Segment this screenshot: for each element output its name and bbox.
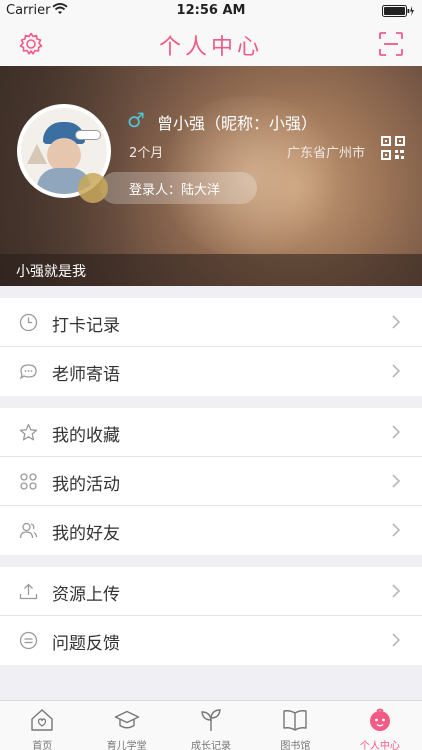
book-icon <box>283 710 308 731</box>
qr-code-icon[interactable] <box>381 136 405 160</box>
sprout-icon <box>201 709 221 731</box>
menu-group-records: 打卡记录 老师寄语 <box>0 298 422 396</box>
menu-item-favorites[interactable]: 我的收藏 <box>0 408 422 457</box>
motto-text: 小强就是我 <box>16 264 86 280</box>
menu-item-checkin-records[interactable]: 打卡记录 <box>0 298 422 347</box>
login-user-label: 登录人：陆大洋 <box>129 183 221 198</box>
friends-icon <box>19 522 38 539</box>
gender-male-icon: ♂ <box>127 108 145 132</box>
motto-bar: 小强就是我 <box>0 254 422 286</box>
page-title: 个人中心 <box>158 35 263 60</box>
chevron-right-icon <box>392 633 400 647</box>
chevron-right-icon <box>392 584 400 598</box>
menu-group-support: 资源上传 问题反馈 <box>0 567 422 665</box>
child-age: 2个月 <box>129 146 164 161</box>
tab-growth-record[interactable]: 成长记录 <box>169 701 253 750</box>
menu-item-label: 我的好友 <box>52 524 120 544</box>
chevron-right-icon <box>392 364 400 378</box>
menu-item-label: 问题反馈 <box>52 634 120 654</box>
star-icon <box>19 423 38 441</box>
menu-item-teacher-messages[interactable]: 老师寄语 <box>0 347 422 396</box>
tab-parenting-school[interactable]: 育儿学堂 <box>84 701 168 750</box>
menu-item-label: 我的收藏 <box>52 426 120 446</box>
clock-time: 12:56 AM <box>176 3 246 18</box>
tab-bar: 首页 育儿学堂 成长记录 图书馆 个人中心 <box>0 700 422 750</box>
medal-icon <box>78 173 108 203</box>
battery-icon <box>382 5 414 17</box>
child-location: 广东省广州市 <box>286 146 365 161</box>
tab-label: 图书馆 <box>280 741 311 750</box>
profile-header: ♂ 曾小强（昵称：小强） 2个月 广东省广州市 登录人：陆大洋 小强就是我 <box>0 66 422 286</box>
upload-icon <box>19 583 38 600</box>
chevron-right-icon <box>392 315 400 329</box>
menu-item-friends[interactable]: 我的好友 <box>0 506 422 555</box>
menu-item-feedback[interactable]: 问题反馈 <box>0 616 422 665</box>
tab-label: 个人中心 <box>359 741 400 750</box>
graduation-cap-icon <box>114 710 139 729</box>
menu-item-label: 我的活动 <box>52 475 120 495</box>
clock-icon <box>19 313 38 332</box>
baby-face-icon <box>369 708 390 731</box>
status-bar: Carrier 12:56 AM <box>0 0 422 22</box>
tab-library[interactable]: 图书馆 <box>253 701 337 750</box>
chevron-right-icon <box>392 523 400 537</box>
menu-item-label: 老师寄语 <box>52 365 120 385</box>
feedback-icon <box>19 631 38 650</box>
tab-label: 育儿学堂 <box>106 741 147 750</box>
menu-item-label: 打卡记录 <box>52 316 120 336</box>
tab-label: 成长记录 <box>191 741 232 750</box>
tab-label: 首页 <box>32 741 53 750</box>
nav-bar: 个人中心 <box>0 22 422 66</box>
menu-item-resource-upload[interactable]: 资源上传 <box>0 567 422 616</box>
home-icon <box>31 709 53 731</box>
chat-bubble-icon <box>19 364 37 380</box>
activity-grid-icon <box>20 473 37 490</box>
menu-item-label: 资源上传 <box>52 585 120 605</box>
tab-personal-center[interactable]: 个人中心 <box>338 701 422 750</box>
menu-group-personal: 我的收藏 我的活动 我的好友 <box>0 408 422 555</box>
menu-item-activities[interactable]: 我的活动 <box>0 457 422 506</box>
scan-icon[interactable] <box>378 31 404 57</box>
login-user-pill: 登录人：陆大洋 <box>78 172 257 204</box>
chevron-right-icon <box>392 425 400 439</box>
child-name: 曾小强（昵称：小强） <box>157 114 318 133</box>
chevron-right-icon <box>392 474 400 488</box>
tab-home[interactable]: 首页 <box>0 701 84 750</box>
